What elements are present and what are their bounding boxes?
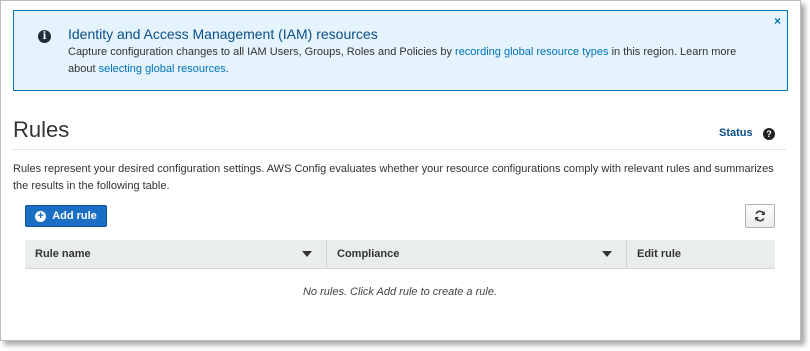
info-banner: i Identity and Access Management (IAM) r… — [13, 10, 788, 91]
column-header-rule-name[interactable]: Rule name — [25, 240, 326, 268]
sort-caret-icon — [602, 251, 612, 257]
help-icon[interactable]: ? — [763, 128, 775, 140]
column-label-edit-rule: Edit rule — [637, 248, 682, 260]
sort-caret-icon — [302, 251, 312, 257]
column-header-compliance[interactable]: Compliance — [326, 240, 626, 268]
title-divider — [13, 149, 786, 150]
close-icon[interactable]: × — [774, 14, 781, 28]
refresh-button[interactable] — [745, 204, 775, 228]
selecting-global-resources-link[interactable]: selecting global resources — [99, 63, 226, 75]
rules-table-header: Rule name Compliance Edit rule — [25, 240, 775, 269]
banner-text-1: Capture configuration changes to all IAM… — [68, 46, 456, 58]
info-icon: i — [38, 30, 51, 43]
page-title: Rules — [13, 117, 70, 142]
add-rule-label: Add rule — [52, 210, 97, 222]
column-label-compliance: Compliance — [337, 248, 400, 260]
recording-global-resource-types-link[interactable]: recording global resource types — [455, 46, 608, 58]
refresh-icon — [755, 210, 765, 222]
banner-title: Identity and Access Management (IAM) res… — [68, 26, 378, 42]
rules-description: Rules represent your desired configurati… — [13, 163, 774, 192]
plus-circle-icon: + — [35, 210, 47, 222]
rules-page: i Identity and Access Management (IAM) r… — [0, 0, 801, 341]
status-link[interactable]: Status — [719, 127, 753, 139]
banner-message: Capture configuration changes to all IAM… — [68, 44, 748, 78]
add-rule-button[interactable]: + Add rule — [25, 205, 107, 227]
empty-table-message: No rules. Click Add rule to create a rul… — [302, 286, 497, 298]
column-label-rule-name: Rule name — [35, 248, 91, 260]
banner-text-3: . — [225, 63, 229, 75]
column-header-edit-rule: Edit rule — [626, 240, 775, 268]
